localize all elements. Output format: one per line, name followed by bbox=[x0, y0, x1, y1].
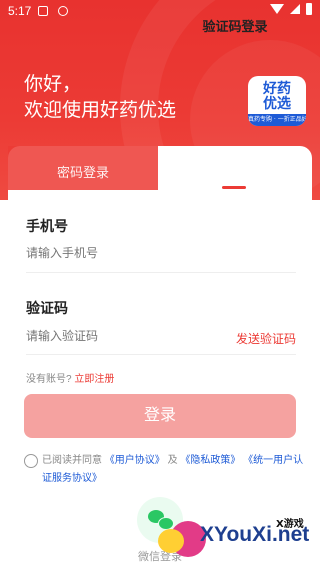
greeting-line-2: 欢迎使用好药优选 bbox=[24, 100, 177, 121]
phone-label: 手机号 bbox=[26, 218, 68, 234]
send-code-button[interactable]: 发送验证码 bbox=[236, 330, 296, 347]
active-tab-indicator bbox=[222, 186, 246, 189]
battery-icon bbox=[306, 3, 312, 15]
code-input[interactable] bbox=[26, 329, 216, 343]
greeting: 你好， 欢迎使用好药优选 bbox=[24, 72, 176, 124]
signal-icon bbox=[290, 4, 300, 14]
code-label: 验证码 bbox=[26, 300, 68, 316]
register-link[interactable]: 立即注册 bbox=[74, 374, 114, 385]
login-button[interactable]: 登录 bbox=[24, 394, 296, 438]
phone-input[interactable] bbox=[26, 246, 216, 260]
shield-icon bbox=[58, 6, 68, 16]
logo-text-1: 好药 bbox=[263, 80, 291, 96]
tab-sms-label: 验证码登录 bbox=[202, 19, 268, 34]
agreement-checkbox[interactable] bbox=[24, 454, 38, 468]
code-divider bbox=[26, 354, 296, 355]
wifi-icon bbox=[270, 4, 284, 14]
watermark: X游戏 XYouXi.net bbox=[150, 513, 320, 569]
watermark-logo-accent bbox=[158, 529, 184, 553]
register-prompt: 没有账号? 立即注册 bbox=[26, 370, 114, 385]
phone-divider bbox=[26, 272, 296, 273]
greeting-line-1: 你好， bbox=[24, 74, 82, 95]
watermark-text: XYouXi.net bbox=[200, 523, 310, 546]
app-logo: 好药 优选 真药专购 · 一折正品好药 bbox=[248, 76, 306, 126]
agreement-prefix: 已阅读并同意 bbox=[42, 455, 102, 466]
agreement-text: 已阅读并同意 《用户协议》 及 《隐私政策》 《统一用户认证服务协议》 bbox=[42, 452, 304, 488]
logo-subtitle: 真药专购 · 一折正品好药 bbox=[248, 116, 306, 123]
agreement-and: 及 bbox=[167, 455, 178, 466]
privacy-policy-link[interactable]: 《隐私政策》 bbox=[180, 455, 240, 466]
status-time: 5:17 bbox=[8, 4, 32, 18]
user-agreement-link[interactable]: 《用户协议》 bbox=[105, 455, 165, 466]
logo-text-2: 优选 bbox=[263, 95, 291, 111]
tab-password-login[interactable]: 密码登录 bbox=[8, 146, 158, 190]
notification-icon bbox=[38, 6, 48, 16]
tab-password-label: 密码登录 bbox=[56, 165, 109, 180]
no-account-text: 没有账号? bbox=[26, 374, 72, 385]
